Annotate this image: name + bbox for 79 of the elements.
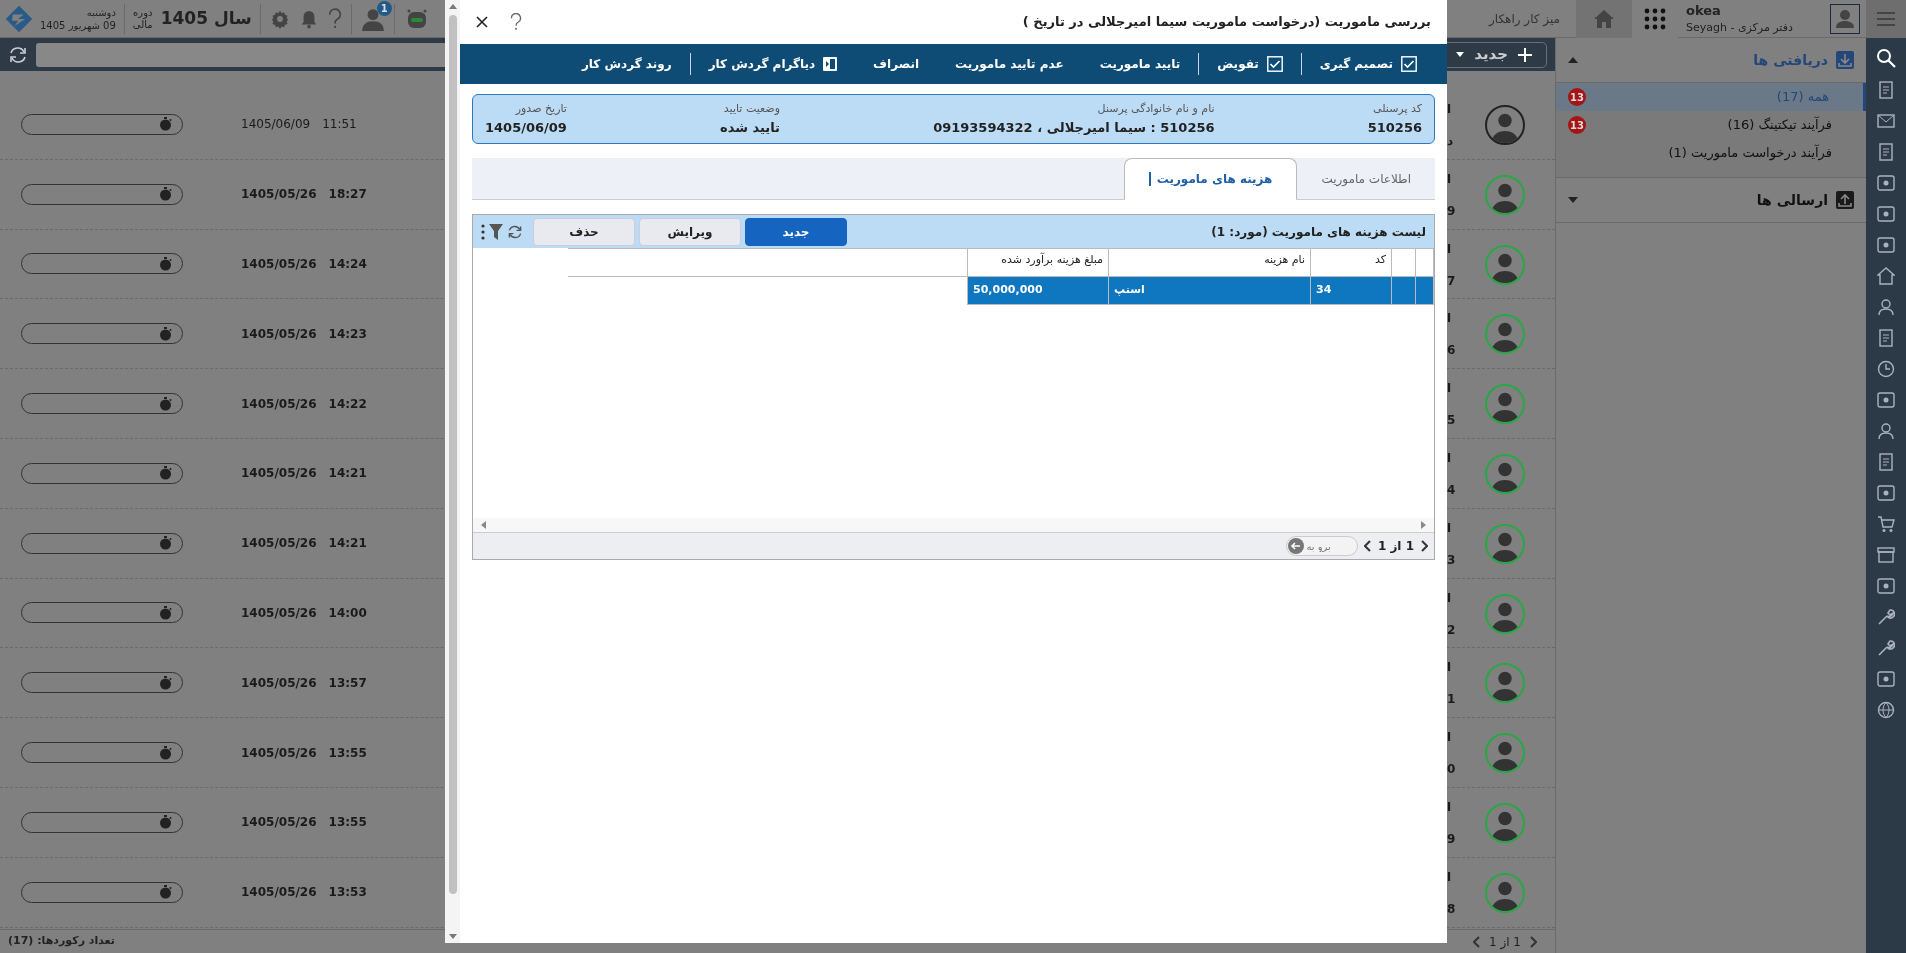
record-title: ا: [1447, 798, 1453, 816]
page-indicator: 1 از 1: [1488, 933, 1521, 951]
record-subtitle: 4: [1447, 482, 1456, 499]
folder-label: دریافتی ها: [1753, 50, 1828, 70]
record-date: 1405/05/26: [241, 325, 317, 343]
record-time: 14:23: [328, 325, 367, 343]
folder-item-label: فرآیند درخواست ماموریت (1): [1668, 143, 1832, 163]
record-time: 13:55: [328, 814, 367, 832]
field-value: 510256 : سیما امیرجلالی ، 09193594322: [933, 118, 1215, 137]
dialog-title: بررسی ماموریت (درخواست ماموریت سیما امیرجلالی در تاریخ ): [1022, 13, 1431, 32]
record-title: ا: [1447, 659, 1453, 677]
record-subtitle: 8: [1447, 900, 1456, 918]
record-date: 1405/05/26: [241, 884, 317, 902]
record-title: ا: [1447, 450, 1453, 467]
record-title: ا: [1447, 170, 1453, 188]
record-subtitle: 7: [1447, 272, 1456, 290]
record-date: 1405/05/26: [241, 465, 317, 483]
count-badge: 13: [1568, 116, 1586, 134]
period-label: مالی: [132, 18, 153, 31]
record-title: ا: [1447, 101, 1453, 118]
record-title: ا: [1447, 310, 1453, 328]
record-date: 1405/05/26: [241, 674, 317, 692]
record-time: 13:55: [328, 744, 367, 762]
record-title: ا: [1447, 519, 1453, 537]
record-time: 11:51: [322, 116, 357, 134]
workspace-title: میز کار راهکار: [1489, 10, 1560, 28]
grid-title: لیست هزینه های ماموریت (مورد: 1): [1211, 223, 1426, 241]
record-time: 14:21: [328, 535, 367, 553]
record-subtitle: 2: [1447, 621, 1456, 639]
record-date: 1405/05/26: [241, 744, 317, 762]
record-subtitle: 6: [1447, 342, 1456, 360]
record-subtitle: 0: [1447, 761, 1456, 779]
record-title: ا: [1447, 729, 1453, 747]
table-cell: 34: [1310, 276, 1392, 305]
field-label: کد پرسنلی: [1372, 101, 1422, 117]
folder-item-label: فرآیند تیکتینگ (16): [1727, 115, 1832, 135]
field-value: 510256: [1367, 118, 1422, 137]
record-date: 1405/05/26: [241, 256, 317, 273]
user-name: okea: [1686, 1, 1722, 20]
table-cell: 50,000,000: [967, 276, 1109, 305]
record-subtitle: 5: [1447, 412, 1456, 430]
record-time: 13:53: [328, 884, 367, 902]
folder-item-label: همه (17): [1776, 88, 1829, 107]
record-title: ا: [1447, 589, 1453, 607]
record-time: 18:27: [328, 186, 367, 204]
table-cell: اسنپ: [1108, 276, 1311, 305]
record-date: 1405/05/26: [241, 186, 317, 204]
record-count: تعداد رکوردها: (17): [8, 933, 115, 950]
field-label: نام و نام خانوادگی پرسنل: [1096, 101, 1215, 117]
record-time: 13:57: [328, 674, 367, 692]
record-subtitle: 3: [1447, 551, 1456, 569]
folder-label: ارسالی ها: [1756, 190, 1828, 210]
record-time: 14:00: [328, 604, 367, 622]
user-office: Seyagh - دفتر مرکزی: [1686, 20, 1794, 36]
record-date: 1405/05/26: [241, 604, 317, 622]
record-date: 1405/05/26: [241, 814, 317, 832]
record-title: ا: [1447, 240, 1453, 258]
record-time: 14:22: [328, 395, 367, 413]
record-time: 14:24: [328, 256, 367, 273]
field-label: وضعیت تایید: [722, 101, 780, 117]
count-badge: 13: [1568, 88, 1586, 106]
record-subtitle: 9: [1447, 202, 1456, 220]
field-label: تاریخ صدور: [514, 101, 567, 117]
weekday-text: دوشنبه: [85, 5, 116, 19]
record-title: ا: [1447, 380, 1453, 398]
record-subtitle: 9: [1447, 830, 1456, 848]
page-indicator: 1 از 1: [1377, 538, 1414, 555]
record-date: 1405/06/09: [241, 116, 311, 134]
date-text: 09 شهریور 1405: [40, 19, 116, 32]
notification-badge: 1: [376, 0, 392, 16]
period-label: دوره: [132, 6, 153, 19]
record-date: 1405/05/26: [241, 395, 317, 413]
record-title: ا: [1447, 868, 1453, 886]
record-date: 1405/05/26: [241, 535, 317, 553]
record-subtitle: د: [1447, 133, 1454, 150]
record-subtitle: 1: [1447, 691, 1456, 709]
field-value: تایید شده: [720, 118, 780, 137]
record-time: 14:21: [328, 465, 367, 483]
field-value: 1405/06/09: [485, 118, 567, 137]
